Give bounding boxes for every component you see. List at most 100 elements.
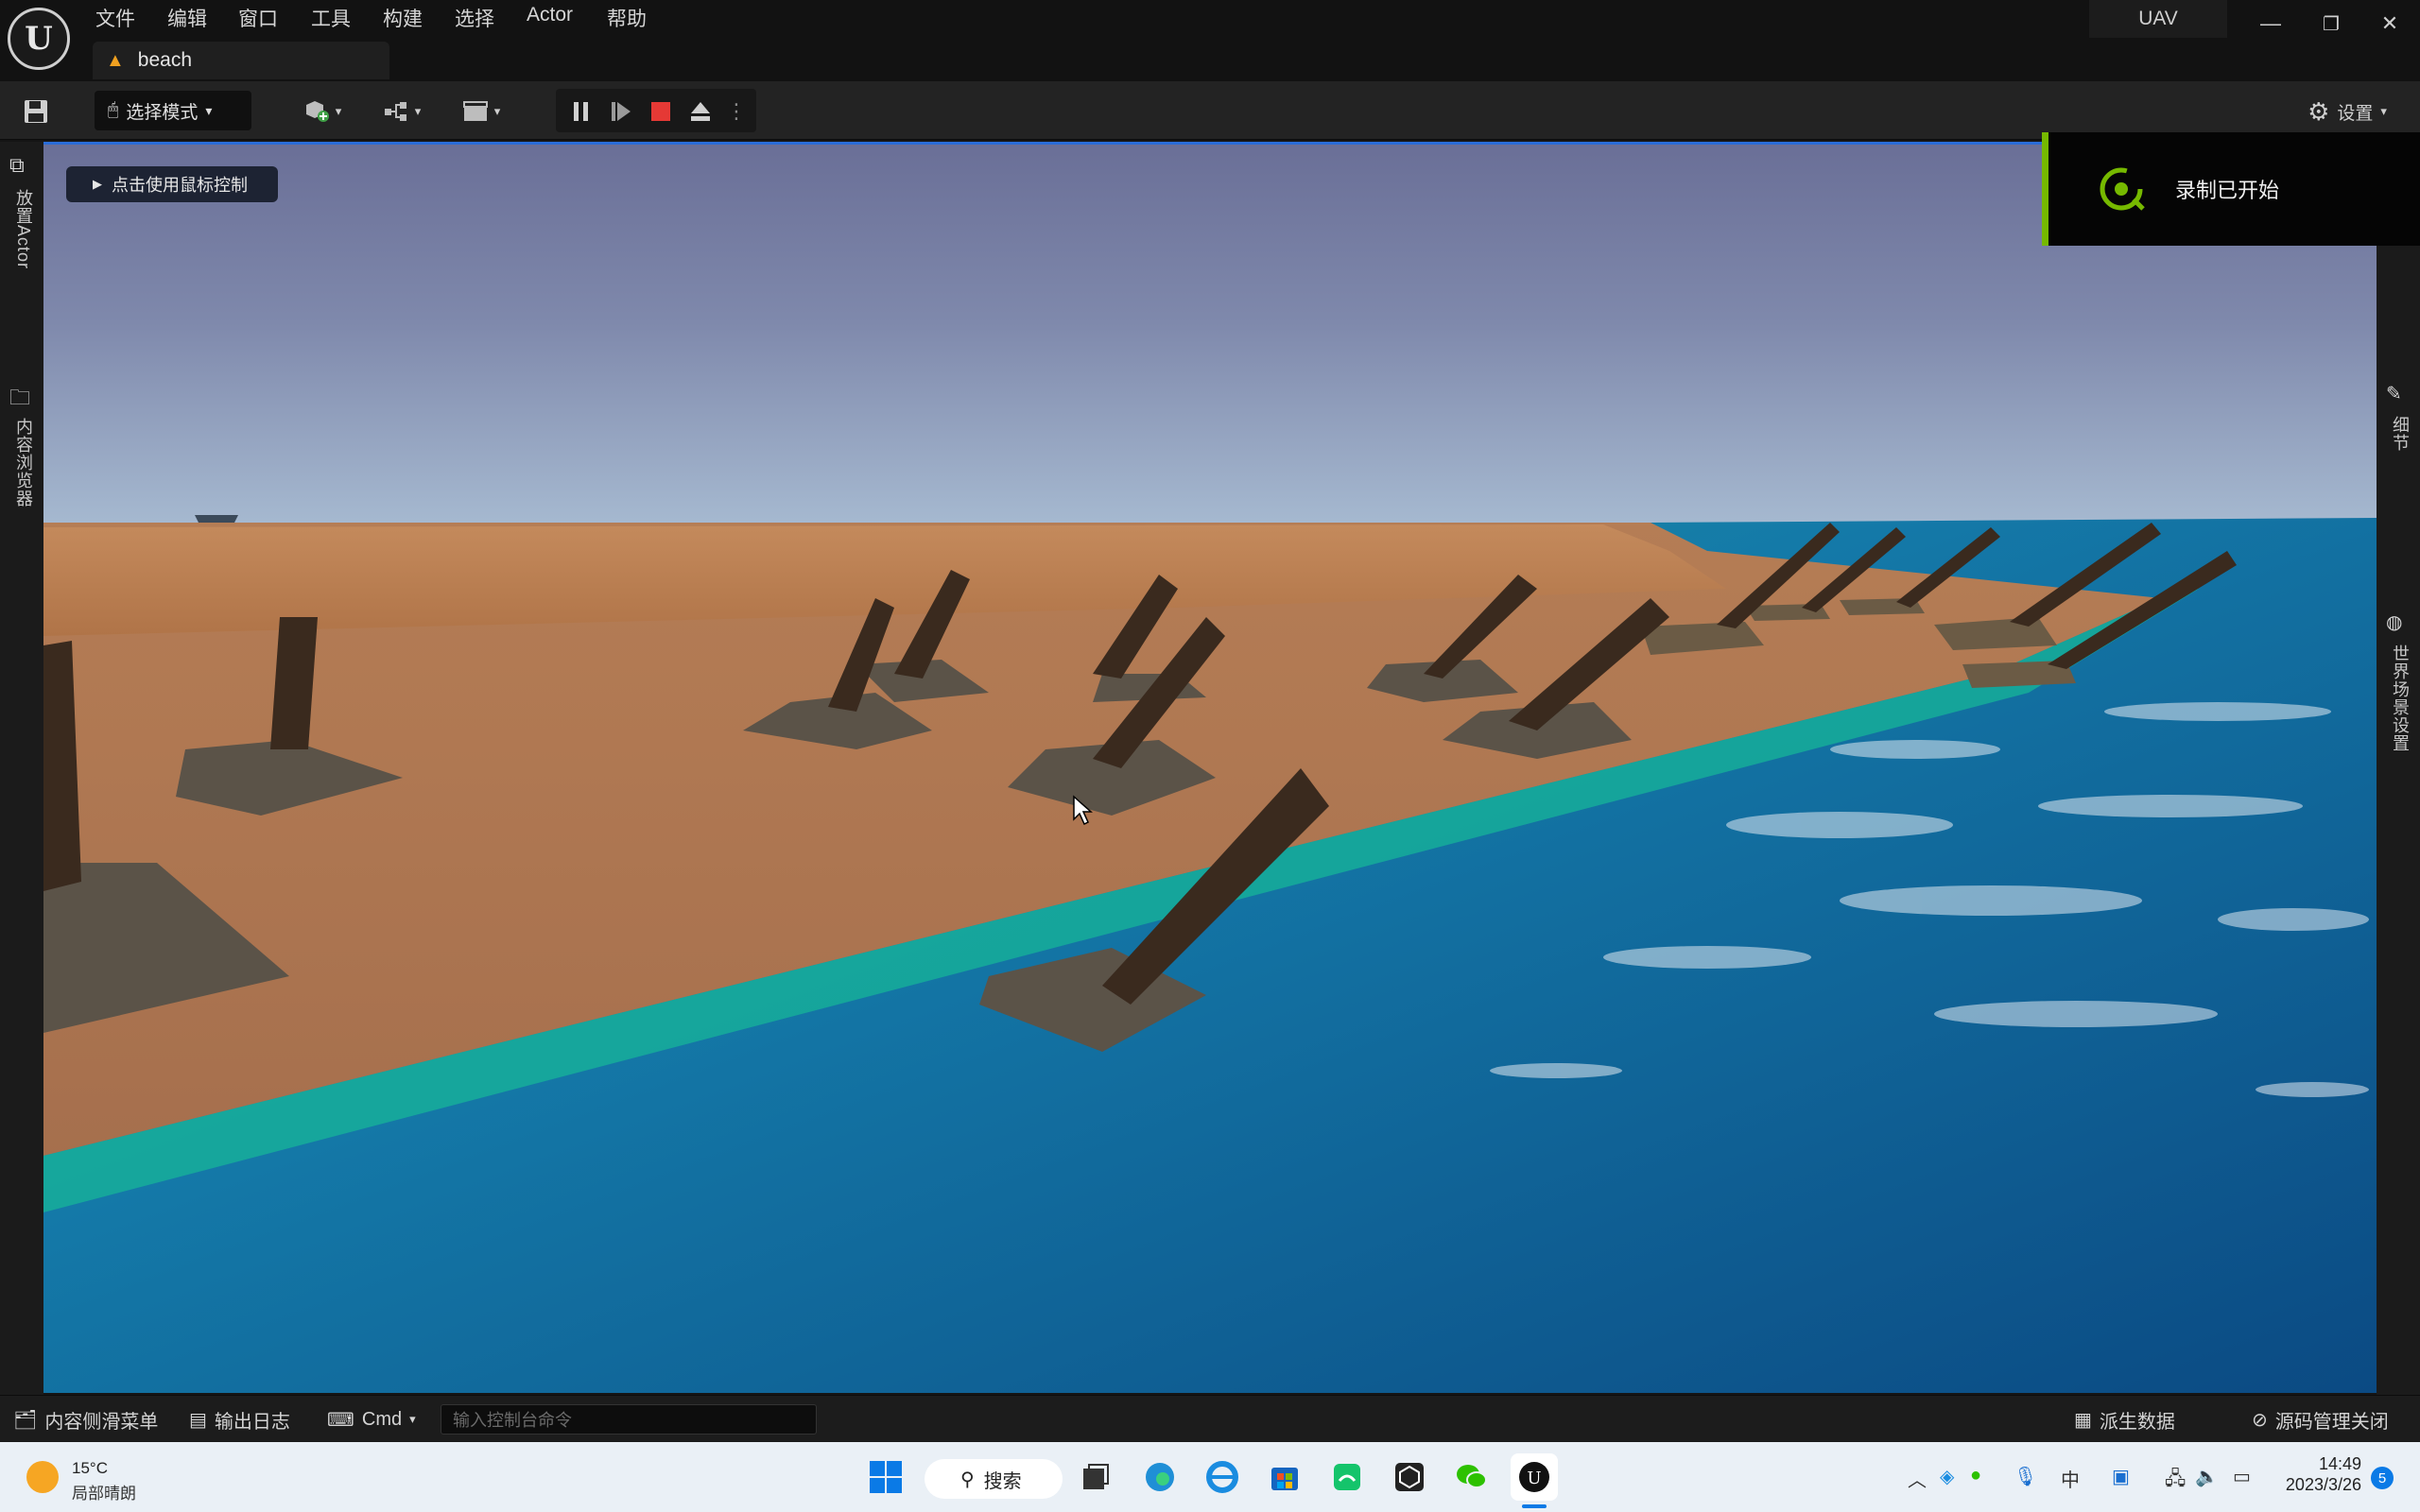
place-actor-icon[interactable]: ⧉: [9, 153, 25, 178]
task-view-icon[interactable]: [1072, 1453, 1119, 1501]
unreal-engine-taskbar-icon[interactable]: U: [1511, 1453, 1558, 1501]
blueprint-button[interactable]: ▾: [374, 91, 429, 132]
menu-edit[interactable]: 编辑: [167, 4, 207, 32]
globe-icon[interactable]: ◍: [2386, 610, 2402, 634]
gear-icon: ⚙: [2308, 96, 2330, 126]
content-drawer-label: 内容侧滑菜单: [44, 1411, 159, 1433]
close-icon[interactable]: ✕: [2369, 8, 2411, 40]
chevron-down-icon: ▾: [409, 1412, 416, 1426]
prohibited-icon: ⊘: [2252, 1409, 2268, 1431]
volume-icon[interactable]: 🔈: [2195, 1465, 2219, 1488]
network-icon[interactable]: 🖧: [2165, 1465, 2186, 1497]
weather-temp: 15°C: [72, 1459, 108, 1477]
chevron-up-icon[interactable]: ︿: [1908, 1465, 1927, 1492]
taskbar-search[interactable]: ⚲ 搜索: [925, 1459, 1063, 1499]
weather-widget[interactable]: 15°C 局部晴朗: [23, 1455, 164, 1503]
menu-file[interactable]: 文件: [95, 4, 135, 32]
settings-button[interactable]: ⚙ 设置 ▾: [2295, 91, 2399, 132]
unreal-logo-icon[interactable]: U: [8, 8, 70, 70]
pencil-icon[interactable]: ✎: [2386, 382, 2402, 405]
world-settings-tab[interactable]: 世界场景设置: [2388, 644, 2412, 752]
taskbar-clock[interactable]: 14:49 2023/3/26: [2263, 1453, 2361, 1495]
output-log-icon: ▤: [189, 1409, 207, 1431]
pause-icon[interactable]: [565, 91, 597, 132]
clock-time: 14:49: [2318, 1454, 2361, 1473]
microsoft-store-icon[interactable]: [1261, 1453, 1308, 1501]
source-control-label: 源码管理关闭: [2274, 1411, 2389, 1433]
eject-icon[interactable]: [684, 91, 717, 132]
content-drawer-icon: 🗂: [13, 1409, 38, 1431]
unity-icon[interactable]: [1386, 1453, 1433, 1501]
edge-browser-icon[interactable]: [1136, 1453, 1184, 1501]
cinematics-button[interactable]: ▾: [454, 91, 509, 132]
database-icon: ▦: [2074, 1409, 2092, 1431]
beach-scene-image: [43, 145, 2377, 1393]
menu-tools[interactable]: 工具: [311, 4, 351, 32]
battery-icon[interactable]: ▭: [2233, 1465, 2251, 1488]
recording-icon: [2100, 167, 2145, 211]
weather-desc: 局部晴朗: [72, 1485, 136, 1503]
menu-window[interactable]: 窗口: [238, 4, 278, 32]
wechat-icon[interactable]: [1448, 1453, 1495, 1501]
menu-build[interactable]: 构建: [383, 4, 423, 32]
input-method-icon[interactable]: 中: [2061, 1465, 2080, 1492]
terminal-icon: ⌨: [327, 1409, 354, 1431]
recording-toast-label: 录制已开始: [2175, 179, 2280, 202]
tray-app-icon[interactable]: ◈: [1940, 1465, 1954, 1488]
search-icon: ⚲: [960, 1469, 975, 1490]
menu-help[interactable]: 帮助: [607, 4, 647, 32]
notification-badge[interactable]: 5: [2371, 1467, 2394, 1489]
mouse-cursor-icon: [1073, 795, 1093, 826]
recording-toast: 录制已开始: [2042, 132, 2420, 246]
menu-actor[interactable]: Actor: [527, 4, 573, 26]
start-menu-icon[interactable]: [862, 1453, 909, 1501]
content-browser-icon[interactable]: 🗀: [9, 382, 30, 418]
level-tab-label: beach: [137, 49, 193, 71]
add-actor-button[interactable]: ▾: [295, 91, 350, 132]
content-browser-tab[interactable]: 内容浏览器: [11, 418, 36, 507]
right-rail: [2377, 142, 2420, 1399]
derived-data-label: 派生数据: [2099, 1411, 2175, 1433]
main-toolbar: [0, 81, 2420, 140]
level-tab[interactable]: ▲ beach: [93, 42, 389, 79]
save-icon[interactable]: [17, 91, 55, 132]
active-app-indicator: [1522, 1504, 1547, 1508]
chevron-down-icon: ▾: [2380, 104, 2387, 118]
select-mode-label: 选择模式: [126, 102, 199, 123]
details-tab[interactable]: 细节: [2388, 416, 2412, 452]
stop-icon[interactable]: [645, 91, 677, 132]
select-mode-dropdown[interactable]: 🖱 选择模式 ▾: [95, 91, 251, 130]
derived-data-button[interactable]: ▦ 派生数据: [2074, 1402, 2187, 1436]
mouse-control-hint-label: 点击使用鼠标控制: [112, 176, 248, 195]
play-triangle-icon: ▶: [93, 177, 102, 191]
sun-cloud-icon: [26, 1461, 59, 1493]
content-drawer-button[interactable]: 🗂 内容侧滑菜单: [13, 1402, 164, 1436]
clock-date: 2023/3/26: [2285, 1475, 2361, 1494]
minimize-icon[interactable]: —: [2250, 8, 2291, 40]
console-command-input[interactable]: 输入控制台命令: [441, 1404, 817, 1435]
chevron-down-icon: ▾: [205, 102, 213, 118]
restore-icon[interactable]: ❐: [2310, 8, 2352, 40]
cmd-label: Cmd: [361, 1408, 403, 1430]
source-control-button[interactable]: ⊘ 源码管理关闭: [2252, 1402, 2411, 1436]
tray-wechat-icon[interactable]: ●: [1970, 1465, 1981, 1486]
place-actor-tab[interactable]: 放置Actor: [11, 189, 36, 269]
svg-text:U: U: [1527, 1469, 1541, 1488]
cursor-icon: 🖱: [108, 100, 119, 120]
green-app-icon[interactable]: [1323, 1453, 1371, 1501]
settings-label: 设置: [2337, 103, 2374, 124]
output-log-button[interactable]: ▤ 输出日志: [189, 1402, 302, 1436]
more-options-icon[interactable]: ⋮: [726, 91, 747, 132]
project-name: UAV: [2089, 0, 2227, 38]
level-viewport[interactable]: [43, 142, 2377, 1393]
output-log-label: 输出日志: [214, 1411, 290, 1433]
tray-qq-icon[interactable]: ▣: [2112, 1465, 2130, 1488]
mouse-control-hint-button[interactable]: ▶ 点击使用鼠标控制: [66, 166, 278, 202]
level-icon: ▲: [106, 49, 125, 71]
cmd-dropdown[interactable]: ⌨ Cmd ▾: [327, 1402, 422, 1436]
ie-browser-icon[interactable]: [1199, 1453, 1246, 1501]
step-forward-icon[interactable]: [605, 91, 637, 132]
left-rail: [0, 142, 43, 1399]
menu-select[interactable]: 选择: [455, 4, 494, 32]
microphone-icon[interactable]: 🎙: [2014, 1465, 2037, 1488]
